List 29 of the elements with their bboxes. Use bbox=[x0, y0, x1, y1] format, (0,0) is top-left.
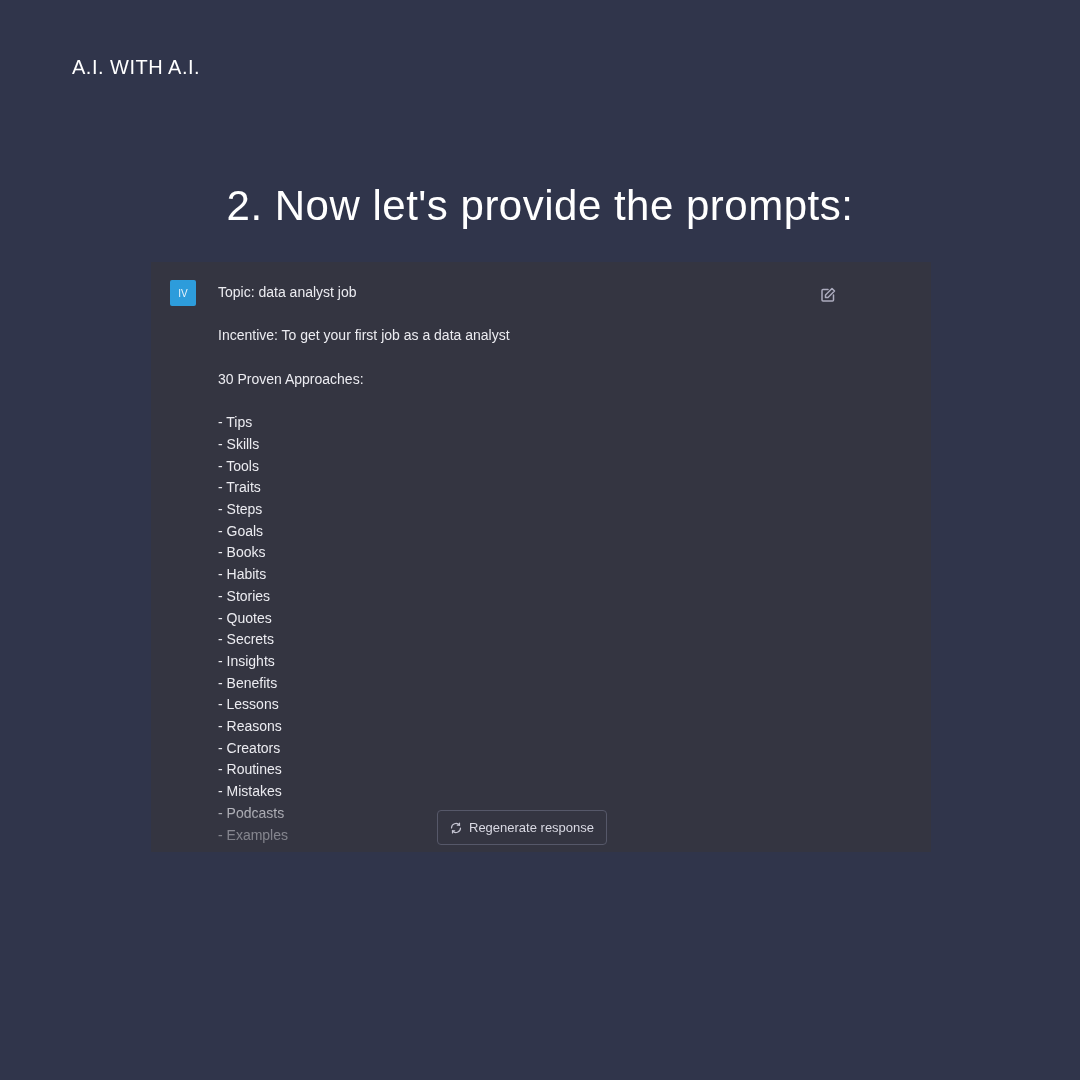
list-item: - Secrets bbox=[218, 630, 274, 650]
list-item: - Creators bbox=[218, 738, 281, 758]
list-item: - Skills bbox=[218, 434, 260, 454]
regenerate-button[interactable]: Regenerate response bbox=[437, 810, 608, 845]
list-item: - Routines bbox=[218, 760, 282, 780]
list-item: - Podcasts bbox=[218, 803, 285, 823]
list-item: - Reasons bbox=[218, 717, 282, 736]
list-item: - Mistakes bbox=[218, 782, 282, 802]
list-item: - Traits bbox=[218, 478, 261, 498]
list-item: - Books bbox=[218, 543, 266, 563]
message-line: 30 Proven Approaches: bbox=[218, 369, 365, 389]
list-item: - Tips bbox=[218, 413, 253, 433]
list-item: - Stories bbox=[218, 586, 271, 606]
list-item: - Quotes bbox=[218, 608, 272, 628]
list-item: - Benefits bbox=[218, 673, 278, 693]
message-line: Topic: data analyst job bbox=[218, 283, 358, 302]
list-item: - Lessons bbox=[218, 695, 279, 715]
list-item: - Habits bbox=[218, 565, 267, 585]
message-line: Incentive: To get your first job as a data analyst bbox=[218, 326, 511, 346]
refresh-icon bbox=[450, 821, 462, 834]
edit-icon[interactable] bbox=[820, 287, 836, 303]
brand-title: A.I. WITH A.I. bbox=[72, 56, 201, 79]
list-item: - Examples bbox=[218, 825, 289, 845]
slide-heading: 2. Now let's provide the prompts: bbox=[225, 182, 855, 230]
list-item: - Goals bbox=[218, 521, 264, 541]
user-avatar: IV bbox=[170, 280, 196, 306]
list-item: - Steps bbox=[218, 500, 263, 519]
list-item: - Insights bbox=[218, 651, 275, 671]
list-item: - Tools bbox=[218, 456, 259, 476]
